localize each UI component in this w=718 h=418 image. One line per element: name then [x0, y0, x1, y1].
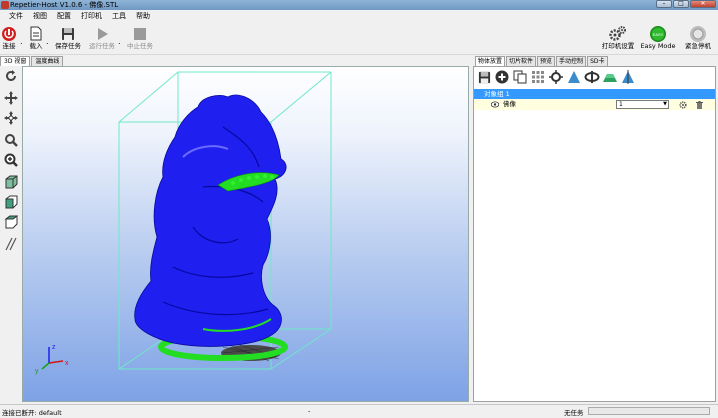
document-icon [27, 25, 45, 42]
zoom-icon[interactable] [3, 132, 19, 148]
menu-file[interactable]: 文件 [4, 10, 28, 23]
object-group-label: 对象组 1 [484, 90, 510, 98]
gears-icon [609, 25, 627, 42]
copies-select[interactable]: 1 ▼ [616, 100, 669, 109]
run-job-button[interactable]: 运行任务 [87, 25, 117, 51]
menu-printer[interactable]: 打印机 [76, 10, 107, 23]
mirror-object-icon[interactable] [620, 69, 636, 85]
menu-tools[interactable]: 工具 [107, 10, 131, 23]
right-panel: 物体放置 切片软件 预览 手动控制 SD卡 对象组 1 佛像 1 ▼ [473, 56, 718, 402]
status-separator: - [308, 407, 311, 415]
axis-x-label: x [65, 360, 69, 367]
reset-view-icon[interactable] [3, 68, 19, 84]
tab-temperature-curve[interactable]: 温度曲线 [31, 56, 64, 66]
main-toolbar: 连接 . 载入 . 保存任务 运行任务 . 中止任务 打印机设置 EASY Ea… [0, 23, 718, 55]
object-group-row[interactable]: 对象组 1 [474, 89, 715, 99]
object-placement-panel: 对象组 1 佛像 1 ▼ [473, 66, 716, 402]
trash-icon[interactable] [696, 101, 703, 113]
connection-status: 连接已断开: default [2, 409, 62, 417]
rotate-object-icon[interactable] [584, 69, 600, 85]
tab-object-placement[interactable]: 物体放置 [475, 56, 506, 66]
minimize-button[interactable]: – [656, 0, 672, 8]
axis-z-label: z [52, 344, 56, 351]
top-view-icon[interactable] [3, 214, 19, 230]
tab-3d-view[interactable]: 3D 视窗 [0, 56, 31, 66]
add-object-icon[interactable] [494, 69, 510, 85]
stop-job-button[interactable]: 中止任务 [125, 25, 155, 51]
svg-text:EASY: EASY [653, 32, 664, 37]
axis-y-label: y [35, 368, 39, 375]
drop-to-bed-icon[interactable] [566, 69, 582, 85]
object-row[interactable]: 佛像 1 ▼ [474, 99, 715, 110]
job-progress-bar [588, 407, 710, 415]
autoposition-grid-icon[interactable] [530, 69, 546, 85]
zoom-in-icon[interactable] [3, 152, 19, 168]
app-icon [1, 1, 9, 9]
object-name: 佛像 [503, 100, 516, 108]
menu-help[interactable]: 帮助 [131, 10, 155, 23]
tab-manual-control[interactable]: 手动控制 [556, 56, 587, 66]
right-tabs: 物体放置 切片软件 预览 手动控制 SD卡 [475, 56, 609, 66]
chevron-down-icon: ▼ [663, 101, 667, 107]
save-icon[interactable] [476, 69, 492, 85]
load-button[interactable]: 载入 [25, 25, 47, 51]
emergency-stop-icon [689, 25, 707, 42]
object-toolbar [476, 69, 636, 86]
save-job-button[interactable]: 保存任务 [53, 25, 83, 51]
emergency-stop-button[interactable]: 紧急停机 [680, 25, 716, 51]
move-view-icon[interactable] [3, 90, 19, 106]
menu-view[interactable]: 视图 [28, 10, 52, 23]
menu-config[interactable]: 配置 [52, 10, 76, 23]
view-tabs: 3D 视窗 温度曲线 [0, 56, 64, 66]
scale-object-icon[interactable] [602, 69, 618, 85]
menu-bar: 文件 视图 配置 打印机 工具 帮助 [0, 10, 718, 23]
easy-mode-icon: EASY [649, 25, 667, 42]
axis-indicator: z x y [35, 344, 69, 375]
window-controls: – □ ✕ [656, 0, 716, 9]
3d-scene: z x y [35, 71, 332, 375]
tab-preview[interactable]: 预览 [537, 56, 556, 66]
job-status: 无任务 [564, 409, 584, 417]
parallel-lines-icon[interactable] [3, 236, 19, 252]
view-tools [0, 66, 22, 402]
front-view-icon[interactable] [3, 194, 19, 210]
tab-slicer[interactable]: 切片软件 [506, 56, 537, 66]
window-title: Repetier-Host V1.0.6 - 佛像.STL [10, 1, 119, 9]
connect-button[interactable]: 连接 [0, 25, 18, 51]
printer-settings-button[interactable]: 打印机设置 [600, 25, 636, 51]
tab-sd-card[interactable]: SD卡 [587, 56, 608, 66]
eye-icon[interactable] [491, 101, 499, 108]
play-icon [93, 25, 111, 42]
center-object-icon[interactable] [548, 69, 564, 85]
copy-object-icon[interactable] [512, 69, 528, 85]
model-bust [134, 94, 287, 347]
maximize-button[interactable]: □ [673, 0, 689, 8]
easy-mode-button[interactable]: EASY Easy Mode [640, 25, 676, 51]
power-icon [0, 25, 18, 42]
title-bar: Repetier-Host V1.0.6 - 佛像.STL – □ ✕ [0, 0, 718, 10]
stop-icon [131, 25, 149, 42]
floppy-icon [59, 25, 77, 42]
3d-viewport[interactable]: z x y [22, 66, 469, 402]
isometric-view-icon[interactable] [3, 174, 19, 190]
close-button[interactable]: ✕ [690, 0, 716, 8]
status-bar: 连接已断开: default - 无任务 [0, 404, 718, 418]
move-object-icon[interactable] [3, 110, 19, 126]
gear-icon[interactable] [679, 101, 687, 113]
